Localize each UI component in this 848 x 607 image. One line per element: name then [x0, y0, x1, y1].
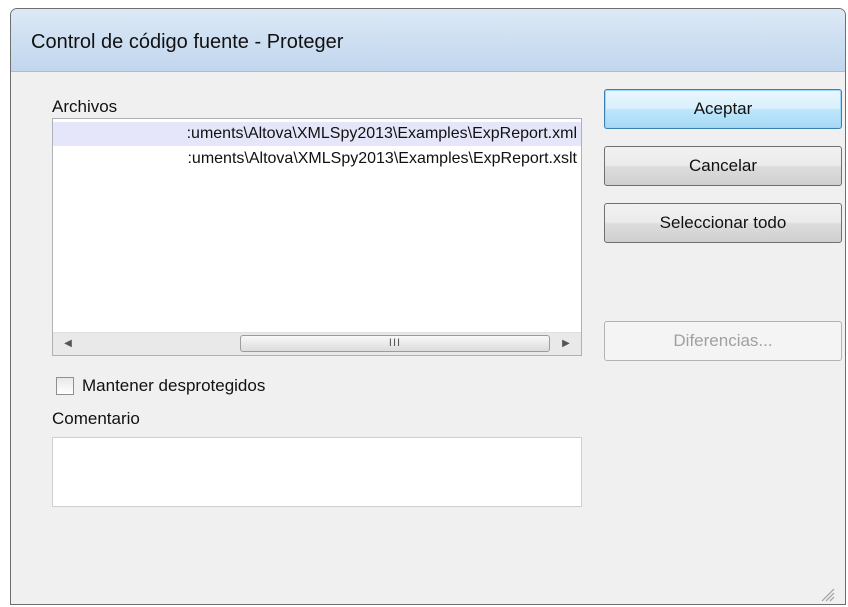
list-item-text: :uments\Altova\XMLSpy2013\Examples\ExpRe…	[187, 150, 577, 167]
window-title: Control de código fuente - Proteger	[31, 31, 344, 53]
list-item-text: :uments\Altova\XMLSpy2013\Examples\ExpRe…	[186, 125, 577, 142]
keep-checked-out-label[interactable]: Mantener desprotegidos	[82, 376, 265, 396]
cancel-button[interactable]: Cancelar	[604, 146, 842, 186]
resize-grip-icon[interactable]	[819, 586, 835, 602]
dialog-body: Archivos :uments\Altova\XMLSpy2013\Examp…	[19, 72, 842, 604]
scroll-left-icon[interactable]: ◀	[57, 333, 79, 355]
comment-field[interactable]	[52, 437, 582, 507]
files-listbox[interactable]: :uments\Altova\XMLSpy2013\Examples\ExpRe…	[52, 118, 582, 356]
list-item[interactable]: :uments\Altova\XMLSpy2013\Examples\ExpRe…	[53, 122, 581, 146]
ok-button[interactable]: Aceptar	[604, 89, 842, 129]
keep-checked-out-checkbox[interactable]	[56, 377, 74, 395]
list-item[interactable]: :uments\Altova\XMLSpy2013\Examples\ExpRe…	[53, 147, 581, 171]
scrollbar-thumb[interactable]: III	[240, 335, 550, 352]
files-label: Archivos	[52, 97, 118, 116]
title-bar[interactable]: Control de código fuente - Proteger	[11, 9, 845, 72]
differences-button: Diferencias...	[604, 321, 842, 361]
select-all-button[interactable]: Seleccionar todo	[604, 203, 842, 243]
scroll-right-icon[interactable]: ▶	[555, 333, 577, 355]
dialog-window: Control de código fuente - Proteger Arch…	[10, 8, 846, 605]
comment-label: Comentario	[52, 409, 140, 428]
scrollbar-grip: III	[388, 337, 402, 349]
horizontal-scrollbar[interactable]: ◀ III ▶	[53, 332, 581, 355]
